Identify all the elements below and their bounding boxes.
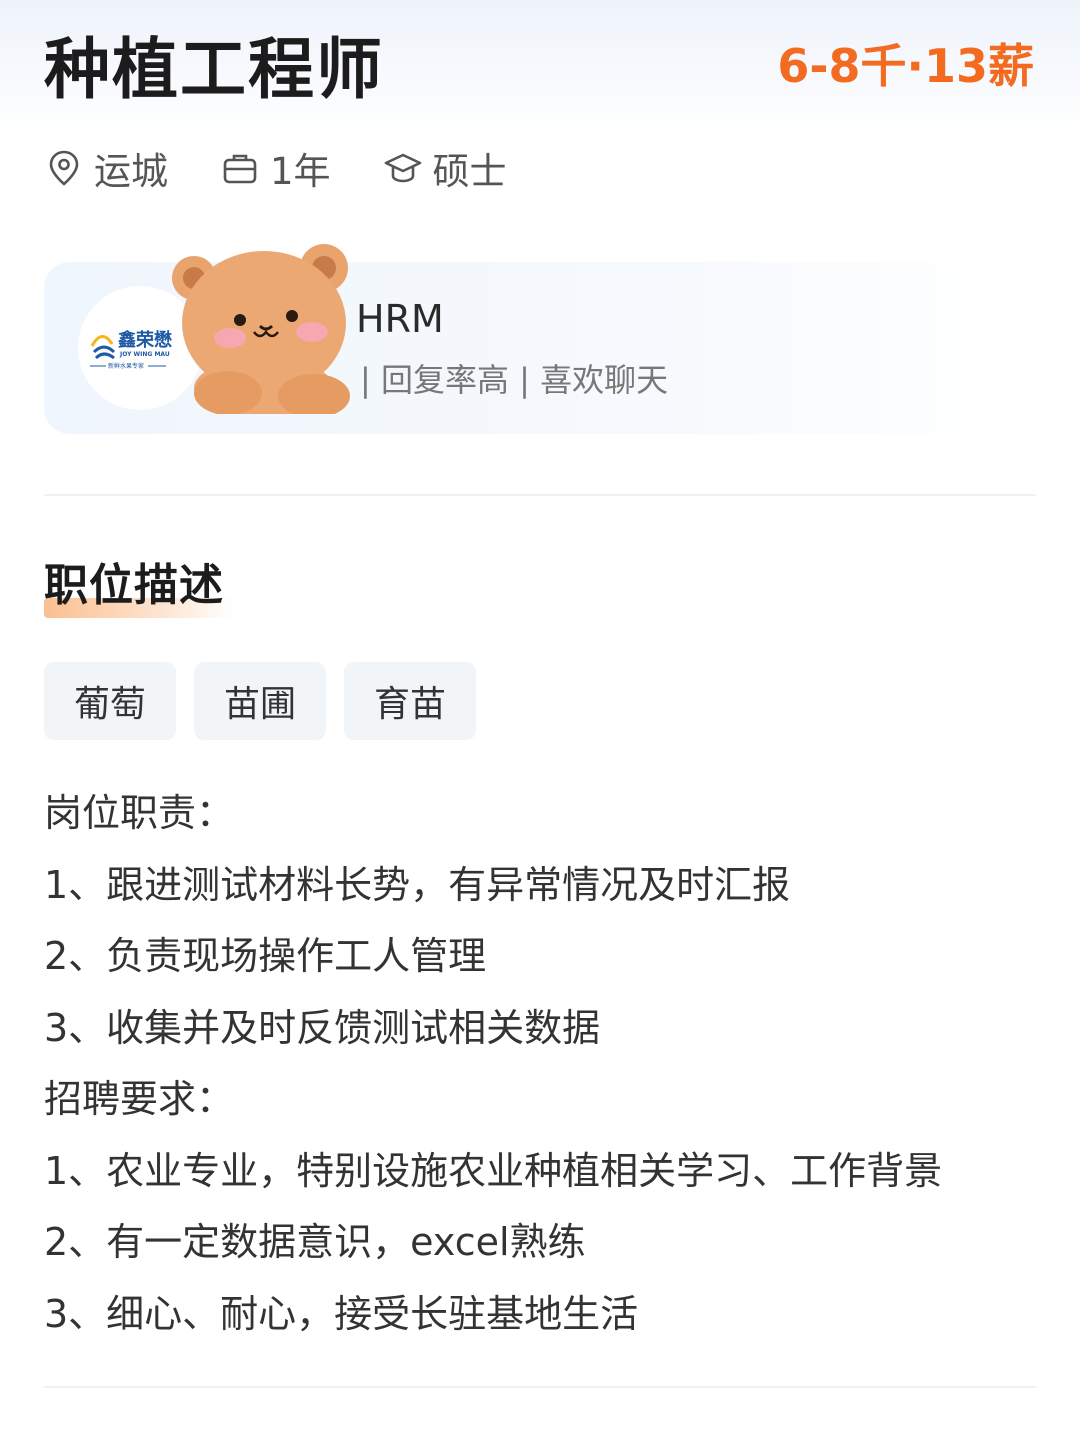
skill-tag: 苗圃 <box>194 662 327 740</box>
description-line: 1、跟进测试材料长势，有异常情况及时汇报 <box>44 862 791 907</box>
description-line: 招聘要求： <box>44 1077 235 1121</box>
location-item: 运城 <box>44 141 168 195</box>
job-meta-row: 运城 1年 硕士 <box>44 140 559 196</box>
location-text: 运城 <box>94 150 168 193</box>
description-line: 2、负责现场操作工人管理 <box>44 934 487 978</box>
section-header: 职位描述 <box>44 556 234 618</box>
recruiter-name: HRM <box>356 297 444 341</box>
job-title: 种植工程师 <box>44 31 384 108</box>
experience-text: 1年 <box>270 150 331 193</box>
skill-tags: 葡萄 苗圃 育苗 <box>44 662 494 740</box>
graduation-cap-icon <box>384 153 421 183</box>
experience-item: 1年 <box>220 141 331 195</box>
description-line: 1、农业专业，特别设施农业种植相关学习、工作背景 <box>44 1148 943 1193</box>
education-text: 硕士 <box>432 150 507 193</box>
section-title: 职位描述 <box>44 560 224 611</box>
salary-label: 6-8千·13薪 <box>777 39 1034 93</box>
briefcase-icon <box>223 154 257 184</box>
divider <box>44 494 1036 496</box>
company-logo-subtext: JOY WING MAU <box>119 351 170 358</box>
recruiter-tags: | 回复率高 | 喜欢聊天 <box>360 361 669 399</box>
description-line: 3、细心、耐心，接受长驻基地生活 <box>44 1291 639 1336</box>
company-logo-slogan: 新鲜水果专家 <box>108 362 144 370</box>
divider <box>44 1386 1036 1388</box>
description-line: 2、有一定数据意识，excel熟练 <box>44 1220 586 1264</box>
location-pin-icon <box>49 150 79 186</box>
job-description: 岗位职责： 1、跟进测试材料长势，有异常情况及时汇报 2、负责现场操作工人管理 … <box>44 778 1044 1350</box>
teddy-bear-sticker <box>172 244 350 414</box>
education-item: 硕士 <box>383 141 507 195</box>
skill-tag: 葡萄 <box>44 662 177 740</box>
skill-tag: 育苗 <box>344 662 477 740</box>
description-line: 岗位职责： <box>44 791 235 835</box>
description-line: 3、收集并及时反馈测试相关数据 <box>44 1005 601 1050</box>
job-detail-page: 种植工程师 6-8千·13薪 运城 1年 硕士 鑫荣懋 JOY WING MAU… <box>0 0 1080 1434</box>
